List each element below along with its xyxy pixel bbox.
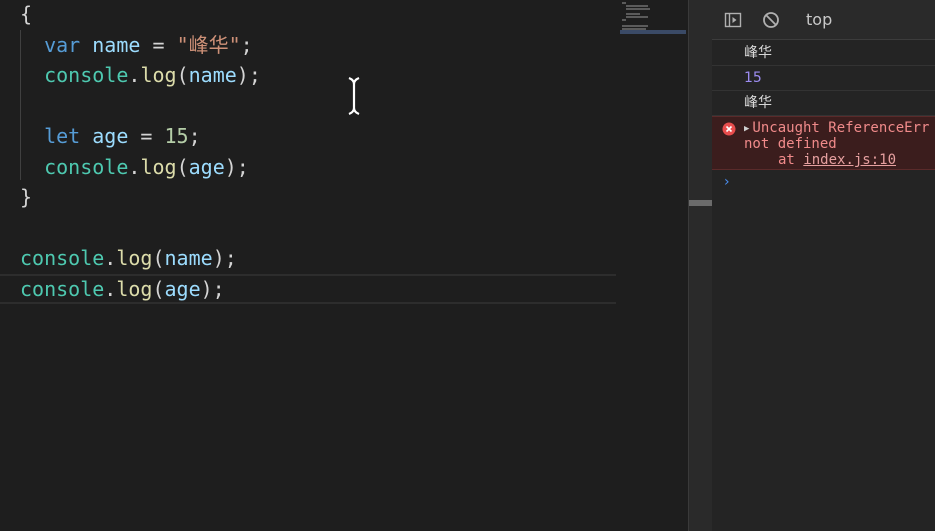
code-token: "峰华" xyxy=(176,33,241,57)
console-log-message: 峰华 xyxy=(712,41,935,66)
minimap[interactable] xyxy=(618,0,688,40)
code-line[interactable]: console.log(age); xyxy=(0,152,616,182)
code-token: ( xyxy=(152,246,165,270)
code-token: . xyxy=(128,155,141,179)
code-token: ); xyxy=(224,155,249,179)
ibeam-cursor-icon xyxy=(348,76,360,116)
code-token: age xyxy=(92,124,129,148)
code-line[interactable]: console.log(name); xyxy=(0,243,616,273)
splitter-handle[interactable] xyxy=(689,200,712,206)
console-log-message: 峰华 xyxy=(712,91,935,116)
console-messages: 峰华 15 峰华 ▶ Uncaught ReferenceErr not defi… xyxy=(712,41,935,170)
context-selector[interactable]: top xyxy=(806,10,832,30)
console-error-message[interactable]: ▶ Uncaught ReferenceErr not defined at in… xyxy=(712,116,935,170)
panel-splitter[interactable] xyxy=(688,0,712,531)
source-link[interactable]: index.js:10 xyxy=(803,152,896,168)
code-token: age xyxy=(188,155,225,179)
expand-triangle-icon[interactable]: ▶ xyxy=(744,121,749,137)
code-token: age xyxy=(164,277,201,301)
code-token: name xyxy=(188,63,237,87)
error-summary[interactable]: ▶ Uncaught ReferenceErr xyxy=(744,120,929,137)
code-token: let xyxy=(44,124,81,148)
code-token: name xyxy=(164,246,213,270)
code-token: . xyxy=(128,63,141,87)
code-token: log xyxy=(140,155,177,179)
code-token: { xyxy=(20,2,33,26)
code-line[interactable]: var name = "峰华"; xyxy=(0,30,616,60)
code-token: log xyxy=(116,246,153,270)
code-token: console xyxy=(44,63,129,87)
code-token: ( xyxy=(176,63,189,87)
code-token: log xyxy=(116,277,153,301)
devtools-console-panel: top 峰华 15 峰华 ▶ Uncaught ReferenceErr not … xyxy=(712,0,935,531)
code-editor[interactable]: { var name = "峰华"; console.log(name); le… xyxy=(0,0,688,531)
code-token: name xyxy=(92,33,141,57)
code-line[interactable]: } xyxy=(0,182,616,212)
code-token: var xyxy=(44,33,81,57)
code-token: = xyxy=(128,124,165,148)
error-detail: not defined xyxy=(744,136,837,152)
code-line[interactable] xyxy=(0,213,616,243)
code-token: ; xyxy=(188,124,201,148)
sidebar-toggle-icon[interactable] xyxy=(724,11,742,29)
code-line[interactable]: console.log(age); xyxy=(0,274,616,304)
clear-console-icon[interactable] xyxy=(762,11,780,29)
code-token: log xyxy=(140,63,177,87)
minimap-slider[interactable] xyxy=(620,30,686,34)
console-prompt[interactable]: › xyxy=(724,174,730,190)
code-token: . xyxy=(104,246,117,270)
error-stack-frame: at index.js:10 xyxy=(778,152,897,168)
code-line[interactable]: let age = 15; xyxy=(0,121,616,151)
code-token: ); xyxy=(236,63,261,87)
code-token: ); xyxy=(200,277,225,301)
code-token: console xyxy=(20,277,105,301)
code-token: ( xyxy=(176,155,189,179)
code-token: ); xyxy=(212,246,237,270)
code-token: . xyxy=(104,277,117,301)
code-token: } xyxy=(20,185,33,209)
code-token: console xyxy=(44,155,129,179)
code-token: ; xyxy=(240,33,253,57)
code-token: = xyxy=(140,33,177,57)
code-token: 15 xyxy=(164,124,189,148)
console-log-message: 15 xyxy=(712,66,935,91)
code-line[interactable]: { xyxy=(0,0,616,29)
code-line[interactable] xyxy=(0,91,616,121)
code-token: ( xyxy=(152,277,165,301)
code-token: console xyxy=(20,246,105,270)
code-line[interactable]: console.log(name); xyxy=(0,60,616,90)
error-icon xyxy=(722,122,736,136)
console-toolbar: top xyxy=(712,0,935,40)
